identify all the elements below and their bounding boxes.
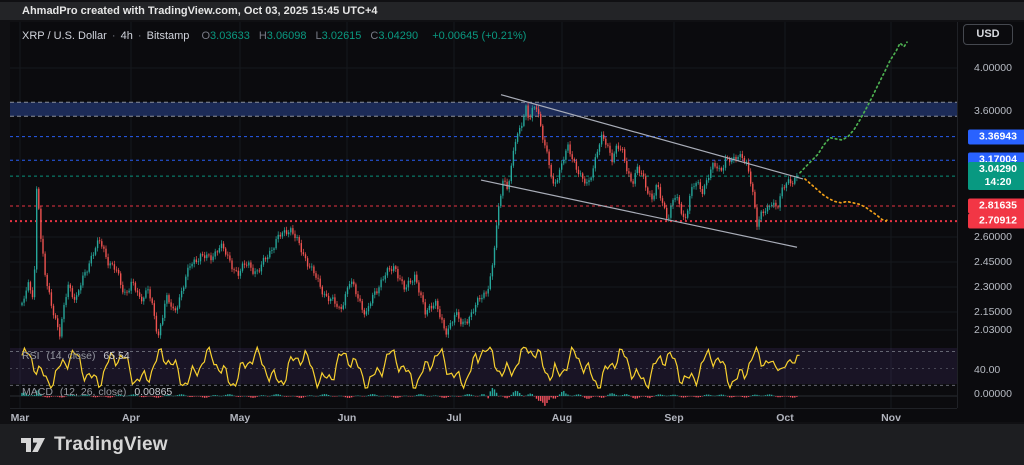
- price-tick: 4.00000: [974, 62, 1012, 74]
- month-label-Jun: Jun: [338, 412, 357, 424]
- month-label-Jul: Jul: [446, 412, 461, 424]
- price-tick: 2.03000: [974, 324, 1012, 336]
- ohlc-value: 3.03633: [210, 30, 250, 42]
- legend-separator-2: ·: [138, 30, 142, 42]
- macd-legend[interactable]: MACD (12, 26, close) 0.00865: [22, 386, 172, 398]
- price-label-3.04290: 3.0429014:20: [968, 162, 1024, 190]
- rsi-value: 65.54: [103, 350, 129, 362]
- interval-label[interactable]: 4h: [121, 30, 133, 42]
- month-label-Sep: Sep: [664, 412, 683, 424]
- chart-area: XRP / U.S. Dollar · 4h · Bitstamp O3.036…: [10, 22, 1024, 422]
- time-scale[interactable]: Mar Apr May Jun Jul Aug Sep Oct Nov: [10, 408, 957, 425]
- projection-bearish[interactable]: [805, 179, 889, 221]
- ohlc-key: L: [316, 30, 322, 42]
- change-value: +0.00645 (+0.21%): [432, 30, 526, 42]
- ohlc-value: 3.04290: [378, 30, 418, 42]
- month-label-Mar: Mar: [11, 412, 30, 424]
- bottom-bar[interactable]: TradingView: [0, 424, 1024, 465]
- price-tick: 3.60000: [974, 105, 1012, 117]
- macd-value: 0.00865: [134, 386, 172, 398]
- macd-title: MACD: [22, 386, 53, 398]
- price-tick: 2.45000: [974, 256, 1012, 268]
- price-tick: 40.00: [974, 364, 1000, 376]
- month-label-Oct: Oct: [776, 412, 794, 424]
- month-label-Apr: Apr: [122, 412, 140, 424]
- symbol-title[interactable]: XRP / U.S. Dollar: [22, 30, 107, 42]
- countdown: 14:20: [972, 176, 1024, 189]
- screenshot-root: { "attribution": "AhmadPro created with …: [0, 0, 1024, 465]
- attribution-text: AhmadPro created with TradingView.com, O…: [22, 5, 378, 17]
- ohlc-key: O: [201, 30, 210, 42]
- price-chart-canvas[interactable]: [10, 22, 1024, 408]
- rsi-legend[interactable]: RSI (14, close) 65.54: [22, 350, 130, 362]
- exchange-label: Bitstamp: [147, 30, 190, 42]
- tradingview-logo-icon[interactable]: [20, 435, 46, 455]
- month-label-Nov: Nov: [881, 412, 901, 424]
- rsi-title: RSI: [22, 350, 40, 362]
- price-label-3.36943: 3.36943: [968, 129, 1024, 144]
- currency-button[interactable]: USD: [963, 24, 1013, 45]
- legend-separator-1: ·: [112, 30, 116, 42]
- chart-legend[interactable]: XRP / U.S. Dollar · 4h · Bitstamp O3.036…: [22, 30, 528, 42]
- attribution-bar: AhmadPro created with TradingView.com, O…: [0, 2, 1024, 20]
- rsi-pane-background: [10, 348, 957, 384]
- price-label-2.70912: 2.70912: [968, 214, 1024, 229]
- ohlc-value: 3.06098: [267, 30, 307, 42]
- price-tick: 0.00000: [974, 388, 1012, 400]
- price-levels[interactable]: [10, 137, 957, 221]
- price-label-2.81635: 2.81635: [968, 199, 1024, 214]
- trendlines[interactable]: [481, 95, 803, 248]
- ohlc-value: 3.02615: [322, 30, 362, 42]
- price-tick: 2.15000: [974, 306, 1012, 318]
- price-tick: 2.30000: [974, 281, 1012, 293]
- month-label-May: May: [230, 412, 250, 424]
- ohlc-values: O3.03633H3.06098L3.02615C3.04290: [194, 30, 420, 42]
- price-tick: 2.60000: [974, 231, 1012, 243]
- macd-params: (12, 26, close): [60, 386, 127, 398]
- ohlc-key: H: [259, 30, 267, 42]
- rsi-params: (14, close): [46, 350, 95, 362]
- supply-zone[interactable]: [10, 102, 957, 116]
- tradingview-wordmark[interactable]: TradingView: [54, 434, 168, 456]
- price-scale[interactable]: 4.00000 3.60000 2.60000 2.45000 2.30000 2.150…: [957, 22, 1024, 408]
- month-label-Aug: Aug: [552, 412, 572, 424]
